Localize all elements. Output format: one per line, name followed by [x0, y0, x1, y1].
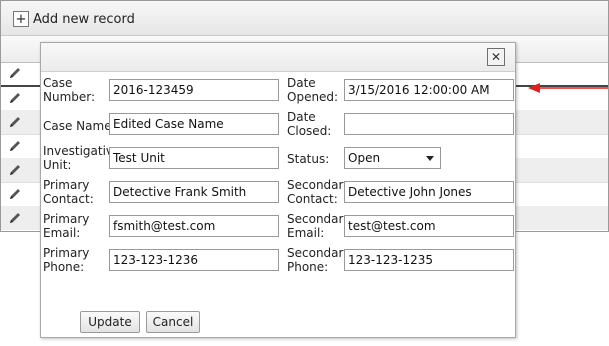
case-number-label: Case Number:: [43, 76, 96, 104]
primary-email-label: Primary Email:: [43, 212, 90, 240]
case-name-field[interactable]: [109, 113, 279, 135]
date-closed-label: Date Closed:: [287, 110, 332, 138]
date-closed-field[interactable]: [344, 113, 514, 135]
dialog-titlebar: ✕: [41, 43, 515, 72]
primary-contact-label: Primary Contact:: [43, 178, 94, 206]
edit-pencil-icon[interactable]: [7, 65, 23, 81]
edit-pencil-icon[interactable]: [7, 186, 23, 202]
secondary-phone-field[interactable]: [344, 249, 514, 271]
chevron-down-icon: [426, 156, 434, 161]
annotation-arrow: [528, 83, 608, 93]
secondary-email-label: Secondary Email:: [287, 212, 351, 240]
close-icon[interactable]: ✕: [487, 48, 505, 66]
status-select[interactable]: Open: [344, 147, 441, 169]
case-number-field[interactable]: [109, 79, 279, 101]
investigative-unit-field[interactable]: [109, 147, 279, 169]
date-opened-label: Date Opened:: [287, 76, 339, 104]
primary-phone-label: Primary Phone:: [43, 246, 90, 274]
add-new-record-button[interactable]: + Add new record: [13, 10, 135, 28]
date-opened-field[interactable]: [344, 79, 514, 101]
edit-pencil-icon[interactable]: [7, 90, 23, 106]
primary-phone-field[interactable]: [109, 249, 279, 271]
edit-pencil-icon[interactable]: [7, 210, 23, 226]
update-button[interactable]: Update: [80, 311, 140, 333]
case-name-label: Case Name:: [43, 119, 116, 133]
secondary-contact-field[interactable]: [344, 181, 514, 203]
edit-pencil-icon[interactable]: [7, 138, 23, 154]
secondary-contact-label: Secondary Contact:: [287, 178, 351, 206]
secondary-email-field[interactable]: [344, 215, 514, 237]
edit-pencil-icon[interactable]: [7, 162, 23, 178]
grid-toolbar: + Add new record: [1, 1, 608, 36]
edit-pencil-icon[interactable]: [7, 114, 23, 130]
status-selected-value: Open: [348, 151, 381, 165]
primary-contact-field[interactable]: [109, 181, 279, 203]
cancel-button[interactable]: Cancel: [146, 311, 200, 333]
add-new-record-label: Add new record: [33, 11, 135, 27]
edit-record-dialog: ✕ Case Number: Date Opened: Case Name: D…: [40, 42, 516, 338]
status-label: Status:: [287, 152, 330, 166]
plus-icon: +: [13, 11, 29, 27]
primary-email-field[interactable]: [109, 215, 279, 237]
secondary-phone-label: Secondary Phone:: [287, 246, 351, 274]
